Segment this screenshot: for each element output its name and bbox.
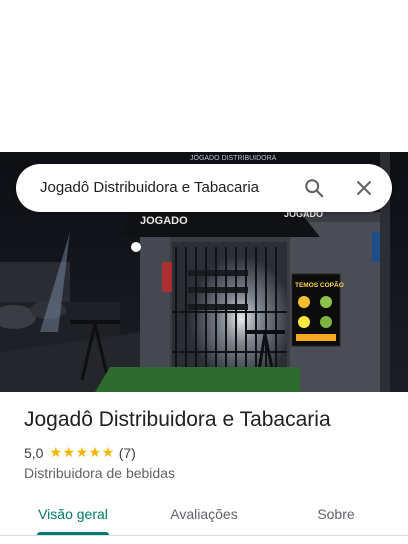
search-bar[interactable]: Jogadô Distribuidora e Tabacaria xyxy=(16,164,392,212)
poster-text: TEMOS COPÃO xyxy=(295,280,344,289)
top-banner: JOGADO DISTRIBUIDORA xyxy=(190,155,277,162)
tab-reviews[interactable]: Avaliações xyxy=(150,496,258,532)
place-tabs: Visão geral Avaliações Sobre xyxy=(0,496,408,536)
tab-overview[interactable]: Visão geral xyxy=(20,496,126,532)
rating-row[interactable]: 5,0 ★★★★★ (7) xyxy=(24,444,136,461)
rating-value: 5,0 xyxy=(24,444,44,461)
place-category[interactable]: Distribuidora de bebidas xyxy=(24,465,175,481)
tabs-divider xyxy=(0,535,408,536)
close-icon[interactable] xyxy=(352,176,376,200)
awning-sign: JOGADO xyxy=(140,215,188,227)
search-icon[interactable] xyxy=(302,176,326,200)
blank-map-area xyxy=(0,0,408,152)
review-count[interactable]: (7) xyxy=(119,445,136,461)
tab-about[interactable]: Sobre xyxy=(284,496,388,532)
star-rating-icon: ★★★★★ xyxy=(49,444,115,460)
search-query[interactable]: Jogadô Distribuidora e Tabacaria xyxy=(40,164,259,212)
place-title: Jogadô Distribuidora e Tabacaria xyxy=(24,408,331,431)
